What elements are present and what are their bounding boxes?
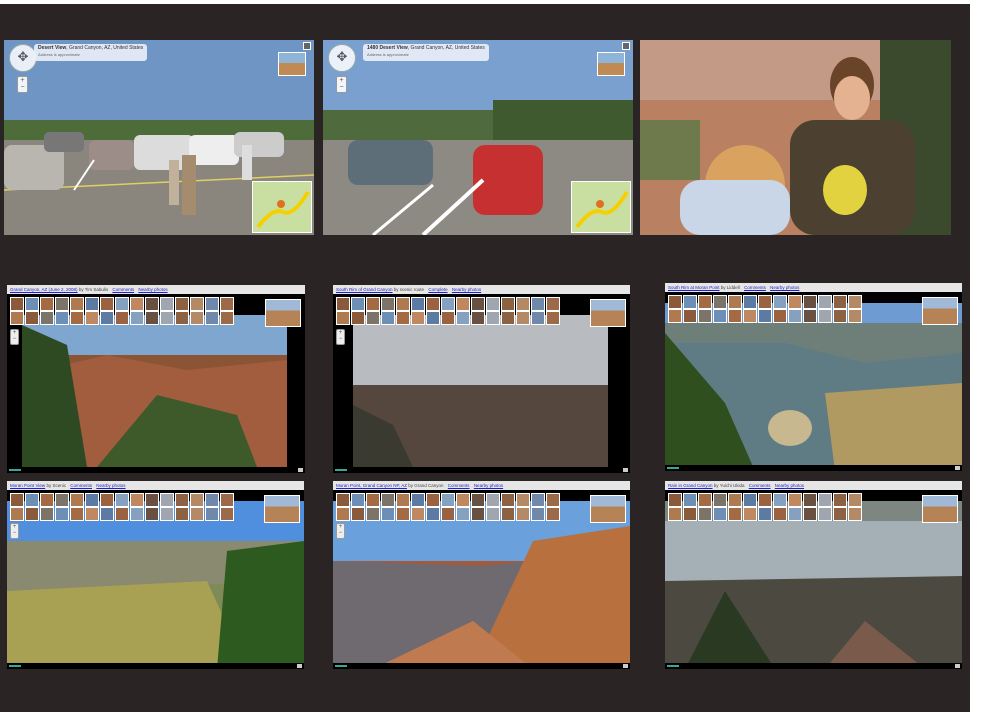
preview-thumbnail[interactable] <box>597 52 625 76</box>
panoramio-header: Moran Point View by Scenic Comments Near… <box>7 481 304 490</box>
photo-title-link[interactable]: Rain in Grand Canyon <box>668 483 713 488</box>
fullscreen-icon[interactable] <box>622 42 630 50</box>
address-note: Address is approximate <box>38 52 80 57</box>
preview-thumbnail[interactable] <box>922 297 958 325</box>
photo-author: by Grand Canyon <box>408 483 444 488</box>
street-view-panel-left[interactable]: +− Desert View, Grand Canyon, AZ, United… <box>4 40 314 235</box>
photo-title-link[interactable]: South Rim at Moran Point <box>668 285 720 290</box>
nearby-photos-link[interactable]: Nearby photos <box>452 287 481 292</box>
nearby-photos-link[interactable]: Nearby photos <box>474 483 503 488</box>
preview-thumbnail[interactable] <box>922 495 958 523</box>
preview-thumbnail[interactable] <box>278 52 306 76</box>
photo-title-link[interactable]: Moran Point View <box>10 483 45 488</box>
thumbnail-strip[interactable] <box>336 297 560 311</box>
comments-link[interactable]: Comments <box>112 287 134 292</box>
photo-author: by Tim Sabulis <box>78 287 109 292</box>
panoramio-header: Moran Point, Grand Canyon NP, AZ by Gran… <box>333 481 630 490</box>
zoom-control[interactable]: + − <box>336 329 345 345</box>
photo-author: by Yuichi Ukida <box>713 483 745 488</box>
panoramio-panel-4[interactable]: Moran Point View by Scenic Comments Near… <box>7 481 304 669</box>
preview-thumbnail[interactable] <box>264 495 300 523</box>
photo-author: by scenic route <box>393 287 425 292</box>
panel-footer <box>665 465 962 471</box>
zoom-control[interactable]: + − <box>336 523 345 539</box>
thumbnail-strip[interactable] <box>10 493 234 507</box>
street-view-address-label: 1480 Desert View, Grand Canyon, AZ, Unit… <box>363 44 489 61</box>
photo-title-link[interactable]: Grand Canyon, AZ (June 2, 2008) <box>10 287 78 292</box>
thumbnail-strip[interactable] <box>10 507 234 521</box>
street-view-panel-middle[interactable]: +− 1480 Desert View, Grand Canyon, AZ, U… <box>323 40 633 235</box>
pan-control-icon[interactable] <box>328 44 356 72</box>
photo-author: by Scenic <box>46 483 66 488</box>
thumbnail-strip[interactable] <box>668 507 862 521</box>
preview-thumbnail[interactable] <box>590 495 626 523</box>
zoom-control[interactable]: + − <box>336 76 347 93</box>
thumbnail-strip[interactable] <box>336 311 560 325</box>
address-bold: 1480 Desert View <box>367 45 408 51</box>
zoom-control[interactable]: + − <box>17 76 28 93</box>
zoom-control[interactable]: + − <box>10 329 19 345</box>
panoramio-header: Rain in Grand Canyon by Yuichi Ukida Com… <box>665 481 962 490</box>
mini-map[interactable] <box>571 181 631 233</box>
thumbnail-strip[interactable] <box>336 493 560 507</box>
thumbnail-strip[interactable] <box>668 309 862 323</box>
panoramio-header: Grand Canyon, AZ (June 2, 2008) by Tim S… <box>7 285 305 294</box>
panel-footer <box>333 467 630 473</box>
photo-author: by Liddell <box>720 285 740 290</box>
thumbnail-strip[interactable] <box>10 311 234 325</box>
zoom-control[interactable]: + − <box>10 523 19 539</box>
address-rest: , Grand Canyon, AZ, United States <box>66 45 144 51</box>
thumbnail-strip[interactable] <box>336 507 560 521</box>
panel-footer <box>7 663 304 669</box>
panoramio-header: South Rim of Grand Canyon by scenic rout… <box>333 285 630 294</box>
right-margin <box>970 0 984 712</box>
photo-title-link[interactable]: Moran Point, Grand Canyon NP, AZ <box>336 483 407 488</box>
nearby-photos-link[interactable]: Nearby photos <box>138 287 167 292</box>
panoramio-panel-5[interactable]: Moran Point, Grand Canyon NP, AZ by Gran… <box>333 481 630 669</box>
panel-footer <box>7 467 305 473</box>
address-rest: , Grand Canyon, AZ, United States <box>407 45 485 51</box>
panoramio-header: South Rim at Moran Point by Liddell Comm… <box>665 283 962 292</box>
comments-link[interactable]: Comments <box>749 483 771 488</box>
nearby-photos-link[interactable]: Nearby photos <box>775 483 804 488</box>
nearby-photos-link[interactable]: Nearby photos <box>96 483 125 488</box>
panel-footer <box>665 663 962 669</box>
pan-control-icon[interactable] <box>9 44 37 72</box>
photo-title-link[interactable]: South Rim of Grand Canyon <box>336 287 393 292</box>
comments-link[interactable]: Complete <box>428 287 447 292</box>
panoramio-panel-2[interactable]: South Rim of Grand Canyon by scenic rout… <box>333 285 630 473</box>
thumbnail-strip[interactable] <box>10 297 234 311</box>
address-bold: Desert View <box>38 45 67 51</box>
preview-thumbnail[interactable] <box>590 299 626 327</box>
panoramio-panel-3[interactable]: South Rim at Moran Point by Liddell Comm… <box>665 283 962 471</box>
comments-link[interactable]: Comments <box>448 483 470 488</box>
panoramio-panel-1[interactable]: Grand Canyon, AZ (June 2, 2008) by Tim S… <box>7 285 305 473</box>
street-view-address-label: Desert View, Grand Canyon, AZ, United St… <box>34 44 148 61</box>
address-note: Address is approximate <box>367 52 409 57</box>
kids-photo <box>640 40 951 235</box>
collage-stage: +− Desert View, Grand Canyon, AZ, United… <box>0 0 984 712</box>
comments-link[interactable]: Comments <box>70 483 92 488</box>
preview-thumbnail[interactable] <box>265 299 301 327</box>
comments-link[interactable]: Comments <box>744 285 766 290</box>
panel-footer <box>333 663 630 669</box>
kids-at-canyon-image <box>640 40 951 235</box>
thumbnail-strip[interactable] <box>668 493 862 507</box>
fullscreen-icon[interactable] <box>303 42 311 50</box>
mini-map[interactable] <box>252 181 312 233</box>
thumbnail-strip[interactable] <box>668 295 862 309</box>
panoramio-panel-6[interactable]: Rain in Grand Canyon by Yuichi Ukida Com… <box>665 481 962 669</box>
nearby-photos-link[interactable]: Nearby photos <box>770 285 799 290</box>
